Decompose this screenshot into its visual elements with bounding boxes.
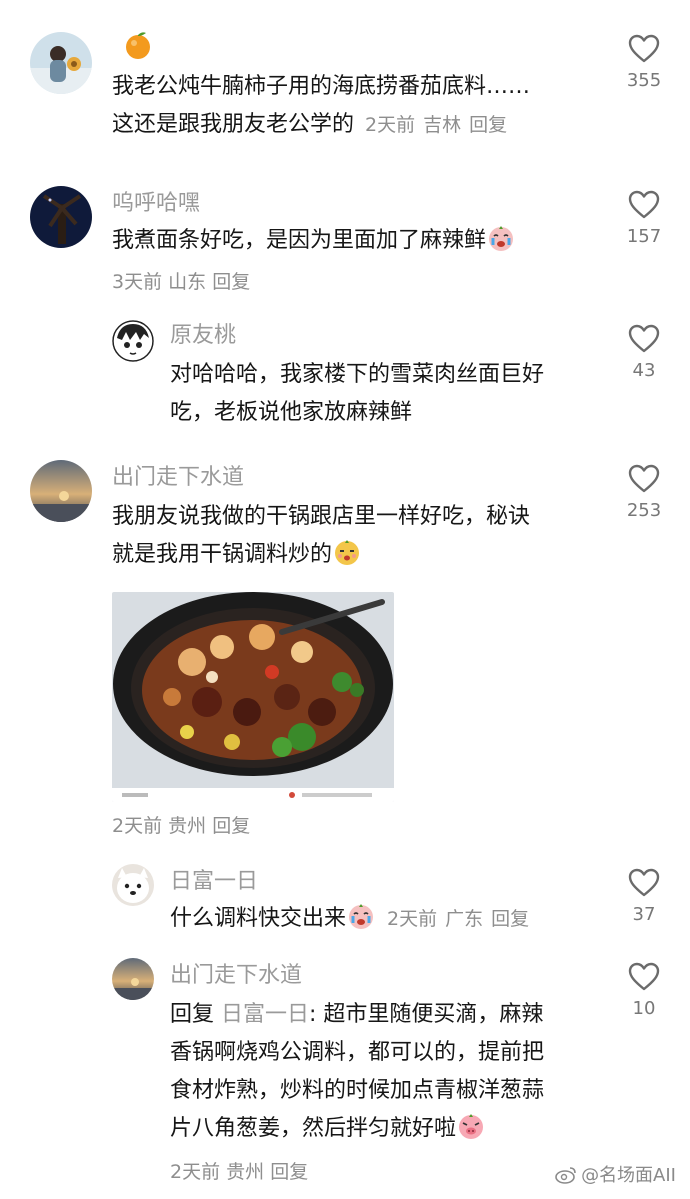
comment-text: 对哈哈哈，我家楼下的雪菜肉丝面巨好 吃，老板说他家放麻辣鲜: [170, 362, 545, 425]
comment-location: 广东: [445, 908, 484, 930]
commenter-name[interactable]: 原友桃: [170, 322, 236, 350]
crying-face-icon: [349, 904, 374, 929]
like-count: 355: [626, 70, 662, 91]
comment-time: 2天前: [365, 114, 416, 136]
comment-location: 贵州: [168, 815, 207, 837]
comment-photo[interactable]: [112, 592, 394, 802]
comment-time: 2天前: [387, 908, 438, 930]
reply-button[interactable]: 回复: [491, 908, 529, 930]
like-button[interactable]: 355: [614, 34, 674, 92]
comment-location: 吉林: [423, 114, 462, 136]
comment-meta: 2天前 贵州 回复: [112, 812, 250, 840]
heart-icon: [628, 190, 660, 219]
heart-icon: [628, 962, 660, 991]
heart-icon: [628, 324, 660, 353]
avatar[interactable]: [30, 186, 92, 248]
heart-icon: [628, 868, 660, 897]
reply-prefix: 回复: [170, 1002, 215, 1027]
reply-button[interactable]: 回复: [270, 1161, 308, 1183]
like-button[interactable]: 43: [614, 324, 674, 382]
like-button[interactable]: 37: [614, 868, 674, 926]
commenter-name[interactable]: 呜呼哈嘿: [112, 190, 200, 218]
commenter-name[interactable]: 出门走下水道: [112, 464, 244, 492]
crying-face-icon: [489, 226, 514, 251]
avatar[interactable]: [112, 958, 154, 1000]
weibo-icon: [555, 1167, 576, 1184]
comment-text: 什么调料快交出来 2天前 广东 回复: [170, 900, 537, 938]
orange-emoji: [124, 30, 152, 68]
heart-icon: [628, 34, 660, 63]
like-button[interactable]: 10: [614, 962, 674, 1020]
like-count: 157: [626, 226, 662, 247]
reply-button[interactable]: 回复: [212, 271, 250, 293]
comment-meta: 3天前 山东 回复: [112, 268, 250, 296]
pig-face-icon: [459, 1114, 484, 1139]
like-count: 37: [632, 904, 656, 925]
comment-text: 我老公炖牛腩柿子用的海底捞番茄底料…… 这还是跟我朋友老公学的 2天前 吉林 回复: [112, 74, 531, 137]
like-count: 253: [626, 500, 662, 521]
avatar[interactable]: [30, 32, 92, 94]
heart-icon: [628, 464, 660, 493]
reply-button[interactable]: 回复: [469, 114, 507, 136]
like-count: 43: [632, 360, 656, 381]
comment-time: 2天前: [112, 815, 163, 837]
like-button[interactable]: 253: [614, 464, 674, 522]
comment-time: 3天前: [112, 271, 163, 293]
comment-text: 回复 日富一日: 超市里随便买滴，麻辣 香锅啊烧鸡公调料，都可以的，提前把 食材…: [170, 1002, 545, 1141]
avatar[interactable]: [112, 320, 154, 362]
comment-location: 山东: [168, 271, 207, 293]
commenter-name[interactable]: 出门走下水道: [170, 962, 302, 990]
like-button[interactable]: 157: [614, 190, 674, 248]
reply-button[interactable]: 回复: [212, 815, 250, 837]
watermark: @名场面AII: [555, 1161, 676, 1187]
commenter-name[interactable]: 日富一日: [170, 868, 258, 896]
comment-meta: 2天前 贵州 回复: [170, 1158, 308, 1186]
comment-text: 我朋友说我做的干锅跟店里一样好吃，秘诀 就是我用干锅调料炒的: [112, 504, 531, 567]
like-count: 10: [632, 998, 656, 1019]
smug-face-icon: [335, 540, 360, 565]
comment-time: 2天前: [170, 1161, 221, 1183]
avatar[interactable]: [30, 460, 92, 522]
comment-text: 我煮面条好吃，是因为里面加了麻辣鲜: [112, 222, 516, 260]
avatar[interactable]: [112, 864, 154, 906]
comment-location: 贵州: [226, 1161, 265, 1183]
reply-target-name[interactable]: 日富一日: [221, 1002, 309, 1027]
